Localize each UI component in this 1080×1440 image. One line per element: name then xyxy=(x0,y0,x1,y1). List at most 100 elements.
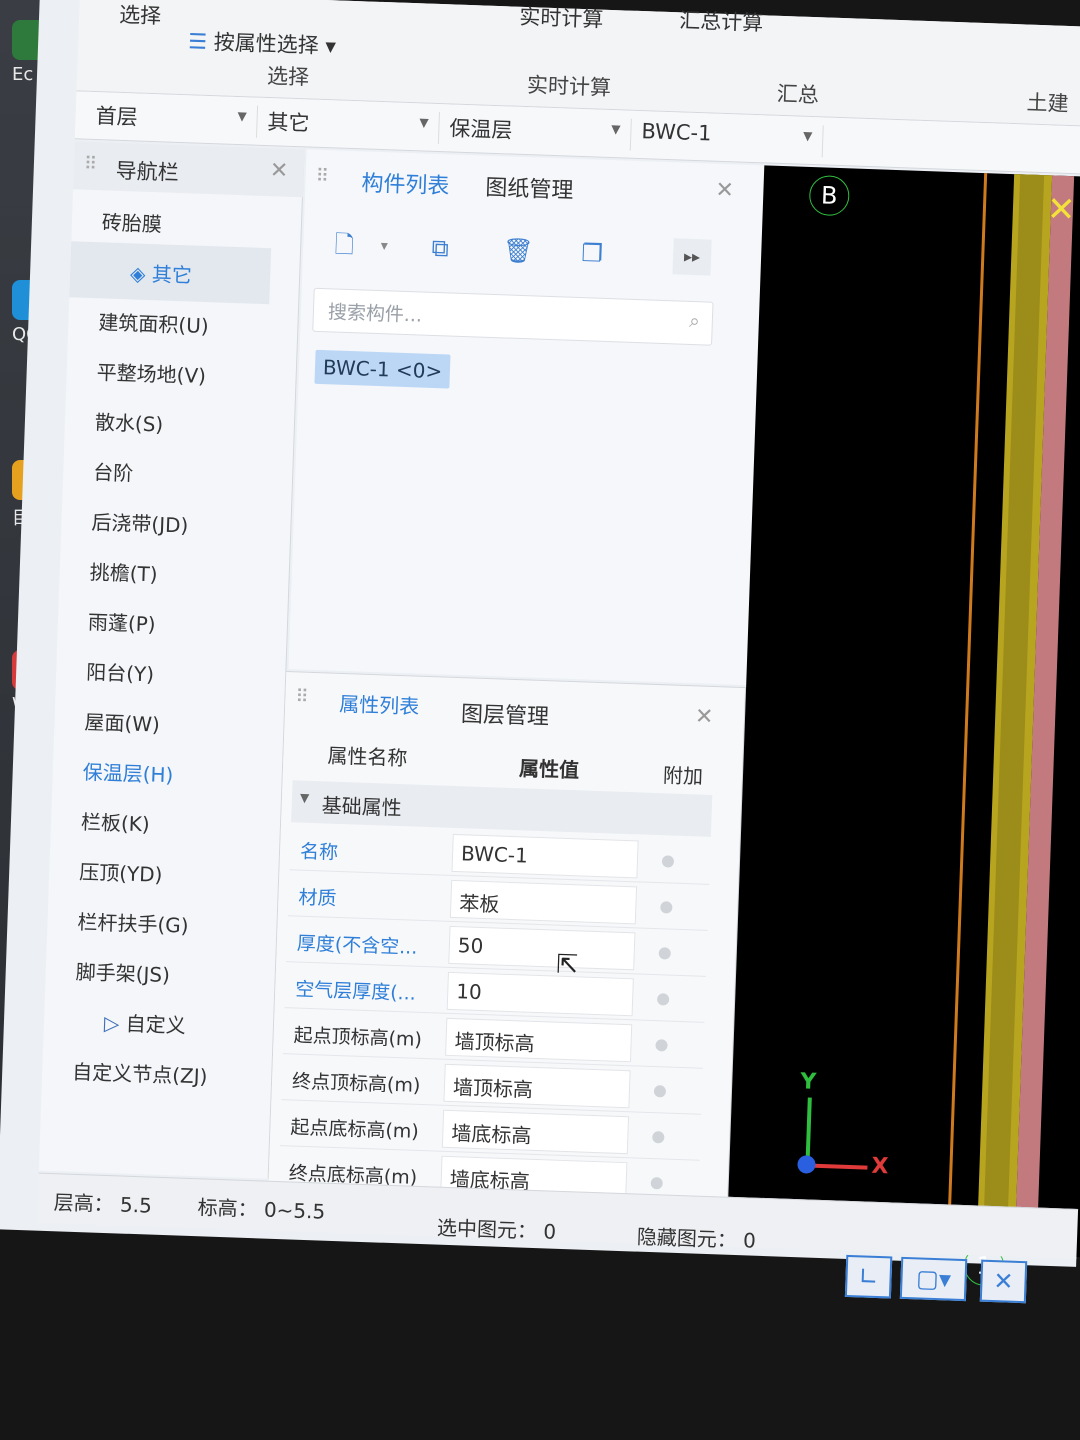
nav-item[interactable]: 脚手架(JS) xyxy=(75,956,170,988)
x-axis-arrow xyxy=(807,1163,868,1170)
wall-edge-line xyxy=(946,173,988,1253)
delete-icon[interactable]: 🗑 xyxy=(499,232,538,269)
component-dropdown[interactable]: BWC-1 ▼ xyxy=(632,118,824,158)
summary-calc-button[interactable]: 汇总计算 xyxy=(679,4,764,37)
nav-item[interactable]: 阳台(Y) xyxy=(86,656,155,687)
extra-checkbox[interactable] xyxy=(656,993,670,1006)
civil-group-label: 土建 xyxy=(1026,90,1070,116)
copy-icon[interactable]: ⧉ xyxy=(421,229,460,266)
nav-item[interactable]: 建筑面积(U) xyxy=(98,306,209,339)
nav-item[interactable]: 栏杆扶手(G) xyxy=(77,906,189,939)
drag-handle-icon[interactable]: ⠿ xyxy=(295,686,309,707)
chevron-down-icon: ▼ xyxy=(611,122,621,137)
nav-item[interactable]: 平整场地(V) xyxy=(96,356,206,389)
property-name: 起点底标高(m) xyxy=(290,1116,420,1143)
nav-item[interactable]: 散水(S) xyxy=(94,406,164,437)
nav-item-label: 保温层(H) xyxy=(82,759,174,788)
select-group-label: 选择 xyxy=(266,63,310,90)
layers-icon: ◈ xyxy=(129,261,153,287)
extra-checkbox[interactable] xyxy=(652,1131,665,1144)
nav-item-label: 挑檐(T) xyxy=(89,560,158,587)
property-value-field[interactable]: 50 xyxy=(448,925,636,971)
property-value-field[interactable]: 苯板 xyxy=(449,879,638,925)
close-icon[interactable]: ✕ xyxy=(715,178,734,204)
nav-item-label: 雨蓬(P) xyxy=(87,610,157,637)
more-icon[interactable]: ▸▸ xyxy=(672,238,712,276)
y-axis-label: Y xyxy=(799,1069,817,1095)
extra-checkbox[interactable] xyxy=(653,1085,667,1098)
nav-item[interactable]: 雨蓬(P) xyxy=(88,606,157,637)
type-dropdown[interactable]: 保温层 ▼ xyxy=(440,112,632,151)
select-by-attr-label: 按属性选择 xyxy=(213,30,320,58)
nav-item[interactable]: 挑檐(T) xyxy=(89,556,158,587)
play-icon: ▷ xyxy=(103,1010,127,1036)
chevron-down-icon[interactable]: ▾ xyxy=(365,228,404,265)
property-value-field[interactable]: 墙顶标高 xyxy=(445,1017,633,1063)
realtime-calc-button[interactable]: 实时计算 xyxy=(519,1,604,34)
extra-checkbox[interactable] xyxy=(650,1177,663,1190)
axis-label-b: B xyxy=(808,174,850,217)
type-value: 保温层 xyxy=(449,116,513,143)
nav-item[interactable]: 栏板(K) xyxy=(81,806,151,837)
nav-item-label: 建筑面积(U) xyxy=(98,310,210,339)
property-value-field[interactable]: 墙顶标高 xyxy=(443,1063,631,1109)
drag-handle-icon[interactable]: ⠿ xyxy=(315,166,329,187)
search-input[interactable]: 搜索构件... ⌕ xyxy=(312,287,714,346)
realtime-group-label: 实时计算 xyxy=(526,73,612,100)
drag-handle-icon[interactable]: ⠿ xyxy=(84,154,98,175)
property-name: 终点顶标高(m) xyxy=(291,1070,421,1097)
select-button[interactable]: 选择 xyxy=(119,0,162,30)
property-value-field[interactable]: 墙底标高 xyxy=(441,1109,630,1155)
chevron-down-icon: ▼ xyxy=(237,108,247,124)
property-name: 名称 xyxy=(299,840,339,864)
nav-item[interactable]: 屋面(W) xyxy=(84,706,160,738)
nav-item[interactable]: 保温层(H) xyxy=(82,756,174,788)
extra-checkbox[interactable] xyxy=(655,1039,668,1052)
drawing-canvas[interactable]: B 1 ✕ Y X xyxy=(726,165,1080,1287)
nav-item-label: 栏板(K) xyxy=(80,809,151,837)
nav-item[interactable]: 自定义节点(ZJ) xyxy=(72,1056,208,1090)
close-icon[interactable]: ✕ xyxy=(269,158,288,184)
tab-layer-management[interactable]: 图层管理 xyxy=(460,696,550,731)
hidden-count: 隐藏图元： 0 xyxy=(636,1224,757,1253)
property-value-field[interactable]: BWC-1 xyxy=(451,833,639,879)
cross-select-button[interactable]: ✕ xyxy=(979,1259,1028,1304)
filter-icon: ☰ xyxy=(187,29,215,55)
nav-group[interactable]: ▷ 自定义 xyxy=(104,1007,187,1039)
col-extra: 附加 xyxy=(662,763,704,789)
app-window: 选择 ☰ 按属性选择 ▾ 选择 实时计算 实时计算 汇总计算 汇总 土建 首层 ▼… xyxy=(0,0,1080,1304)
origin-point xyxy=(797,1155,816,1174)
component-value: BWC-1 xyxy=(641,119,712,146)
col-property-name: 属性名称 xyxy=(327,743,408,771)
nav-item-label: 压顶(YD) xyxy=(78,859,163,887)
extra-checkbox[interactable] xyxy=(660,901,673,914)
nav-item[interactable]: 台阶 xyxy=(93,456,134,486)
nav-item-label: 自定义 xyxy=(125,1011,187,1038)
nav-item[interactable]: 砖胎膜 xyxy=(101,206,163,237)
property-name: 起点顶标高(m) xyxy=(293,1024,423,1051)
component-item[interactable]: BWC-1 <0> xyxy=(314,349,451,389)
component-panel: ⠿ 构件列表 图纸管理 ✕ 🗋 ▾ ⧉ 🗑 ❐ ▸▸ 搜索构件... ⌕ BWC-… xyxy=(288,149,767,686)
close-icon[interactable]: ✕ xyxy=(695,704,714,730)
nav-item[interactable]: 后浇带(JD) xyxy=(91,506,189,538)
new-component-icon[interactable]: 🗋 xyxy=(325,226,364,263)
tab-component-list[interactable]: 构件列表 xyxy=(361,165,450,200)
chevron-down-icon: ▼ xyxy=(802,128,813,144)
category-value: 其它 xyxy=(267,110,310,136)
orthogonal-button[interactable]: ∟ xyxy=(844,1254,893,1299)
nav-group[interactable]: ◈ 其它 xyxy=(130,257,193,288)
elevation: 标高： 0~5.5 xyxy=(197,1195,326,1224)
search-icon: ⌕ xyxy=(688,309,701,333)
extra-checkbox[interactable] xyxy=(658,947,671,960)
extra-checkbox[interactable] xyxy=(661,855,675,868)
tab-property-list[interactable]: 属性列表 xyxy=(339,688,420,720)
nav-item[interactable]: 压顶(YD) xyxy=(79,856,163,888)
select-by-attr-button[interactable]: ☰ 按属性选择 ▾ xyxy=(188,25,337,60)
chevron-down-icon: ▼ xyxy=(419,115,429,130)
duplicate-icon[interactable]: ❐ xyxy=(573,235,612,272)
tab-drawing-management[interactable]: 图纸管理 xyxy=(485,170,574,205)
property-value-field[interactable]: 10 xyxy=(446,971,634,1017)
rect-select-button[interactable]: ▢▾ xyxy=(899,1256,968,1302)
floor-dropdown[interactable]: 首层 ▼ xyxy=(87,99,259,138)
category-dropdown[interactable]: 其它 ▼ xyxy=(258,105,440,145)
